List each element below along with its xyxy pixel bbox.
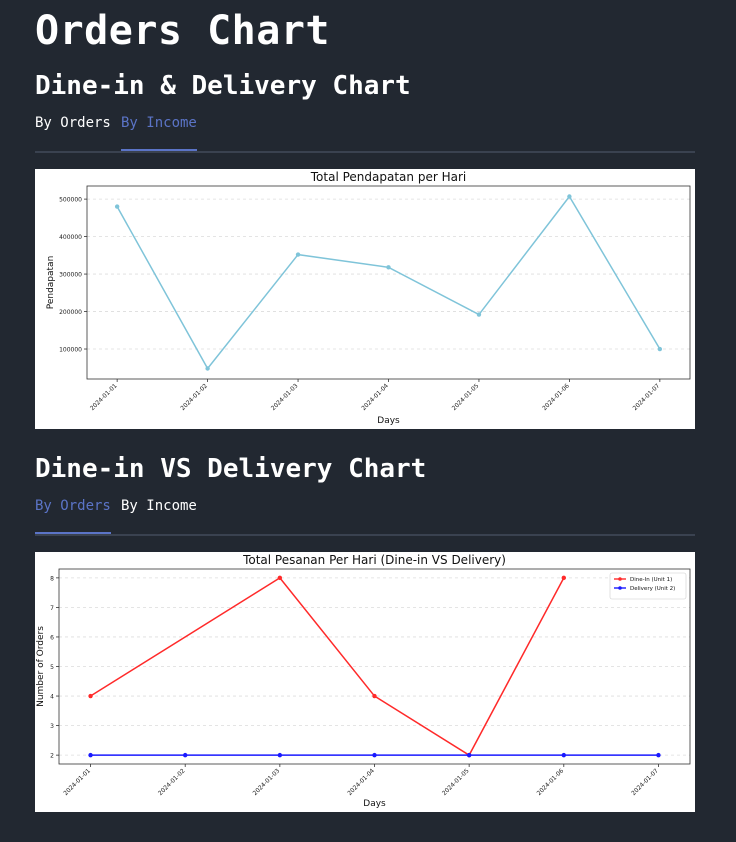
y-tick-label: 7	[50, 605, 54, 612]
tab-by-orders[interactable]: By Orders	[35, 494, 111, 534]
x-tick-label: 2024-01-05	[451, 382, 481, 412]
data-point	[183, 752, 188, 758]
tab-by-orders[interactable]: By Orders	[35, 111, 111, 151]
data-point	[386, 265, 391, 270]
chart-title: Total Pesanan Per Hari (Dine-in VS Deliv…	[242, 553, 506, 567]
income-chart-panel: 100000 200000 300000 400000 500000 2024-01-01…	[35, 169, 695, 429]
data-point	[277, 752, 283, 758]
x-tick-label: 2024-01-03	[270, 382, 300, 412]
x-tick-label: 2024-01-07	[630, 767, 660, 797]
y-tick-label: 400000	[59, 234, 82, 241]
y-tick-label: 8	[50, 575, 54, 582]
data-point	[88, 693, 93, 699]
tab-bar-orders: By Orders By Income	[35, 494, 695, 536]
data-point	[372, 752, 377, 758]
y-tick-label: 6	[50, 634, 54, 641]
data-point	[372, 693, 377, 699]
y-axis-label: Pendapatan	[46, 256, 56, 310]
legend-marker	[618, 586, 622, 590]
series-line	[116, 195, 661, 370]
x-tick-label: 2024-01-03	[252, 767, 282, 797]
chart-title: Total Pendapatan per Hari	[310, 170, 466, 184]
section-heading-orders: Dine-in VS Delivery Chart	[35, 454, 427, 484]
y-tick-label: 3	[50, 723, 54, 730]
y-tick-label: 100000	[59, 347, 82, 354]
orders-chart-panel: 2 3 4 5 6 7 8 2024-01-01 2024-01-02 2024-01-03 202…	[35, 552, 695, 812]
x-tick-label: 2024-01-01	[62, 767, 92, 797]
data-point	[567, 194, 572, 199]
tab-by-income[interactable]: By Income	[121, 494, 197, 534]
x-tick-label: 2024-01-05	[441, 767, 471, 797]
data-point	[205, 366, 210, 371]
data-point	[466, 752, 472, 758]
data-point	[657, 346, 663, 352]
x-tick-label: 2024-01-04	[346, 767, 376, 797]
y-tick-label: 2	[50, 753, 54, 760]
y-tick-label: 4	[50, 694, 54, 701]
y-axis-label: Number of Orders	[36, 626, 46, 707]
data-point	[561, 575, 566, 581]
x-tick-label: 2024-01-02	[179, 382, 209, 412]
income-line-chart: 100000 200000 300000 400000 500000 2024-01-01…	[46, 170, 691, 426]
data-point	[295, 252, 301, 257]
data-point	[88, 752, 93, 758]
y-tick-label: 500000	[59, 197, 82, 204]
x-axis-label: Days	[377, 416, 400, 426]
tab-by-income[interactable]: By Income	[121, 111, 197, 151]
data-point	[476, 312, 482, 317]
x-tick-label: 2024-01-01	[89, 382, 119, 412]
legend-label: Dine-In (Unit 1)	[630, 577, 672, 583]
legend-label: Delivery (Unit 2)	[630, 586, 675, 592]
orders-line-chart: 2 3 4 5 6 7 8 2024-01-01 2024-01-02 2024-01-03 202…	[36, 553, 691, 809]
x-tick-label: 2024-01-02	[157, 767, 187, 797]
data-point	[561, 752, 566, 758]
x-axis-label: Days	[363, 799, 386, 809]
x-tick-label: 2024-01-07	[632, 382, 662, 412]
legend-marker	[618, 577, 622, 581]
data-point	[277, 575, 283, 581]
x-tick-label: 2024-01-04	[360, 382, 390, 412]
y-tick-label: 5	[50, 664, 54, 671]
data-point	[114, 204, 120, 209]
page-title: Orders Chart	[35, 8, 330, 54]
tab-bar-income: By Orders By Income	[35, 111, 695, 153]
plot-frame	[86, 185, 691, 380]
data-point	[656, 752, 661, 758]
section-heading-income: Dine-in & Delivery Chart	[35, 71, 411, 101]
x-tick-label: 2024-01-06	[541, 382, 571, 412]
x-tick-label: 2024-01-06	[536, 767, 566, 797]
y-tick-label: 200000	[59, 309, 82, 316]
y-tick-label: 300000	[59, 272, 82, 279]
page: Orders Chart Dine-in & Delivery Chart By…	[0, 0, 695, 812]
